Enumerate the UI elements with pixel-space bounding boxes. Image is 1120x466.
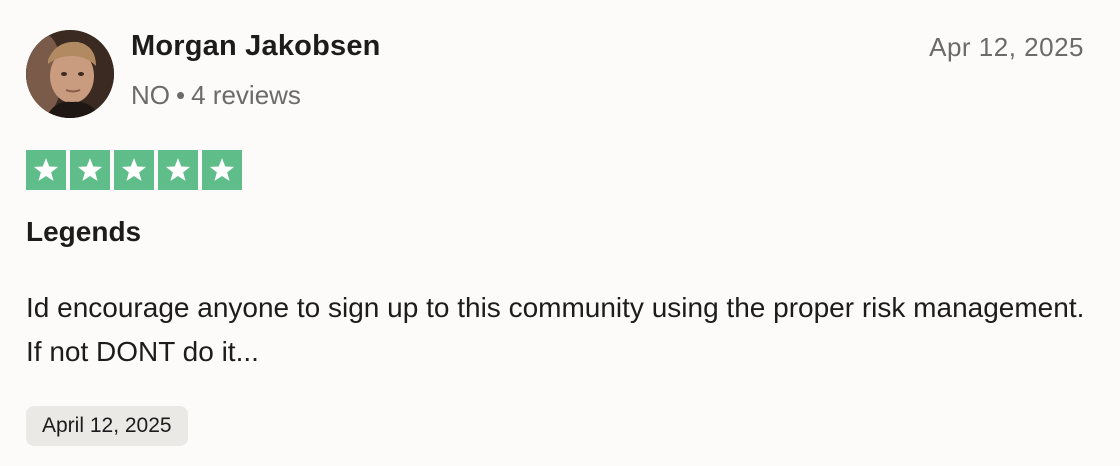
star-box <box>70 150 110 190</box>
avatar[interactable] <box>26 30 114 118</box>
star-icon <box>165 158 191 181</box>
meta-separator: • <box>176 80 186 110</box>
star-rating <box>26 150 242 190</box>
reviewer-name[interactable]: Morgan Jakobsen <box>131 30 381 63</box>
star-box <box>202 150 242 190</box>
star-box <box>114 150 154 190</box>
star-icon <box>33 158 59 181</box>
date-of-experience-badge: April 12, 2025 <box>26 406 188 446</box>
avatar-photo-icon <box>26 30 114 118</box>
reviewer-meta: NO • 4 reviews <box>131 80 301 111</box>
reviewer-country: NO <box>131 80 170 110</box>
review-date: Apr 12, 2025 <box>929 32 1084 62</box>
star-box <box>158 150 198 190</box>
review-card: Morgan Jakobsen NO • 4 reviews Apr 12, 202… <box>0 0 1120 466</box>
star-icon <box>77 158 103 181</box>
star-icon <box>121 158 147 181</box>
star-box <box>26 150 66 190</box>
review-title[interactable]: Legends <box>26 216 141 248</box>
review-body: Id encourage anyone to sign up to this c… <box>26 292 1085 367</box>
star-icon <box>209 158 235 181</box>
reviewer-review-count[interactable]: 4 reviews <box>191 80 301 110</box>
